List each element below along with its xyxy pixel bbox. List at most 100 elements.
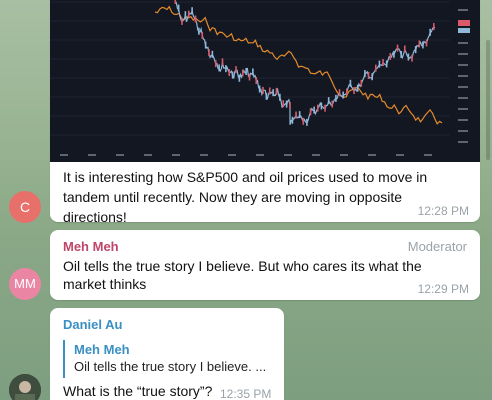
candle bbox=[378, 60, 381, 68]
candle bbox=[201, 31, 204, 39]
message-time: 12:28 PM bbox=[417, 204, 469, 218]
candle bbox=[407, 53, 410, 61]
avatar[interactable]: MM bbox=[9, 268, 41, 300]
candle bbox=[371, 73, 373, 81]
candle bbox=[255, 76, 258, 84]
candle bbox=[309, 108, 312, 116]
candle bbox=[187, 10, 190, 18]
candle bbox=[191, 7, 193, 15]
message-text: Oil tells the true story I believe. But … bbox=[63, 258, 422, 292]
candle bbox=[279, 93, 281, 101]
avatar[interactable] bbox=[9, 374, 41, 400]
candle bbox=[198, 27, 200, 35]
role-badge: Moderator bbox=[407, 239, 467, 254]
candle bbox=[316, 104, 319, 112]
scrollbar[interactable] bbox=[484, 0, 492, 400]
price-scale-tick bbox=[458, 75, 468, 77]
candle bbox=[272, 89, 274, 97]
candle bbox=[214, 60, 217, 68]
candle bbox=[385, 60, 388, 68]
candle bbox=[302, 117, 305, 125]
candle bbox=[335, 94, 337, 102]
candle bbox=[228, 69, 231, 77]
candle bbox=[177, 4, 180, 12]
candle bbox=[338, 89, 341, 97]
candle bbox=[389, 53, 392, 61]
candle bbox=[211, 50, 214, 58]
time-scale-tick bbox=[200, 154, 208, 156]
candle bbox=[364, 70, 366, 78]
message-bubble-1[interactable]: It is interesting how S&P500 and oil pri… bbox=[50, 0, 480, 222]
time-scale-tick bbox=[396, 154, 404, 156]
candle bbox=[422, 41, 424, 49]
time-scale-tick bbox=[312, 154, 320, 156]
candle bbox=[327, 97, 330, 105]
oil-price-line bbox=[154, 5, 443, 125]
price-scale-tick bbox=[458, 64, 468, 66]
price-scale-tick bbox=[458, 97, 468, 99]
time-scale-tick bbox=[88, 154, 96, 156]
candle bbox=[345, 88, 348, 96]
time-scale-tick bbox=[116, 154, 124, 156]
candle bbox=[342, 91, 344, 99]
candle bbox=[429, 28, 431, 36]
candle bbox=[295, 111, 297, 119]
avatar-photo-icon bbox=[9, 374, 41, 400]
message-text: It is interesting how S&P500 and oil pri… bbox=[63, 169, 428, 222]
candle bbox=[298, 111, 301, 119]
avatar[interactable]: C bbox=[9, 191, 41, 223]
message-bubble-3[interactable]: Daniel Au Meh Meh Oil tells the true sto… bbox=[50, 308, 284, 400]
time-scale-tick bbox=[144, 154, 152, 156]
time-scale-tick bbox=[60, 154, 68, 156]
candle bbox=[252, 68, 254, 76]
candle bbox=[265, 92, 268, 100]
price-scale-tick bbox=[458, 9, 468, 11]
sender-name[interactable]: Meh Meh bbox=[63, 239, 119, 254]
candle bbox=[353, 87, 355, 95]
candle bbox=[418, 40, 421, 48]
candle bbox=[231, 71, 234, 79]
candle bbox=[356, 84, 359, 92]
candle bbox=[320, 102, 323, 110]
candle bbox=[204, 41, 207, 49]
candle bbox=[313, 106, 315, 114]
candle bbox=[306, 118, 308, 126]
price-scale-tick bbox=[458, 119, 468, 121]
time-scale-tick bbox=[228, 154, 236, 156]
price-marker bbox=[458, 28, 470, 33]
candle bbox=[258, 85, 261, 93]
candle bbox=[208, 49, 210, 57]
sender-name[interactable]: Daniel Au bbox=[63, 317, 122, 332]
scrollbar-thumb[interactable] bbox=[486, 40, 490, 160]
message-bubble-2[interactable]: Meh Meh Moderator Oil tells the true sto… bbox=[50, 230, 480, 300]
reply-quote[interactable]: Meh Meh Oil tells the true story I belie… bbox=[63, 340, 273, 378]
candle bbox=[403, 45, 406, 53]
candle bbox=[291, 116, 294, 124]
price-marker bbox=[458, 20, 470, 26]
candle bbox=[367, 71, 370, 79]
candle bbox=[400, 50, 402, 58]
candle bbox=[241, 69, 244, 77]
time-scale-tick bbox=[172, 154, 180, 156]
candle bbox=[393, 50, 395, 58]
price-scale-tick bbox=[458, 141, 468, 143]
candle bbox=[268, 87, 271, 95]
candle bbox=[360, 79, 363, 87]
candle bbox=[425, 39, 428, 47]
candle bbox=[282, 100, 285, 108]
candle bbox=[262, 86, 264, 94]
price-scale-tick bbox=[458, 86, 468, 88]
chart-image[interactable] bbox=[50, 0, 480, 162]
price-scale-tick bbox=[458, 42, 468, 44]
candle bbox=[181, 17, 183, 25]
time-scale-tick bbox=[284, 154, 292, 156]
candle bbox=[289, 101, 291, 109]
candle bbox=[374, 64, 377, 72]
candle bbox=[331, 100, 334, 108]
candle bbox=[184, 11, 187, 19]
price-scale-tick bbox=[458, 53, 468, 55]
time-scale-tick bbox=[424, 154, 432, 156]
candle bbox=[238, 74, 241, 82]
time-scale-tick bbox=[368, 154, 376, 156]
candle bbox=[248, 73, 251, 81]
